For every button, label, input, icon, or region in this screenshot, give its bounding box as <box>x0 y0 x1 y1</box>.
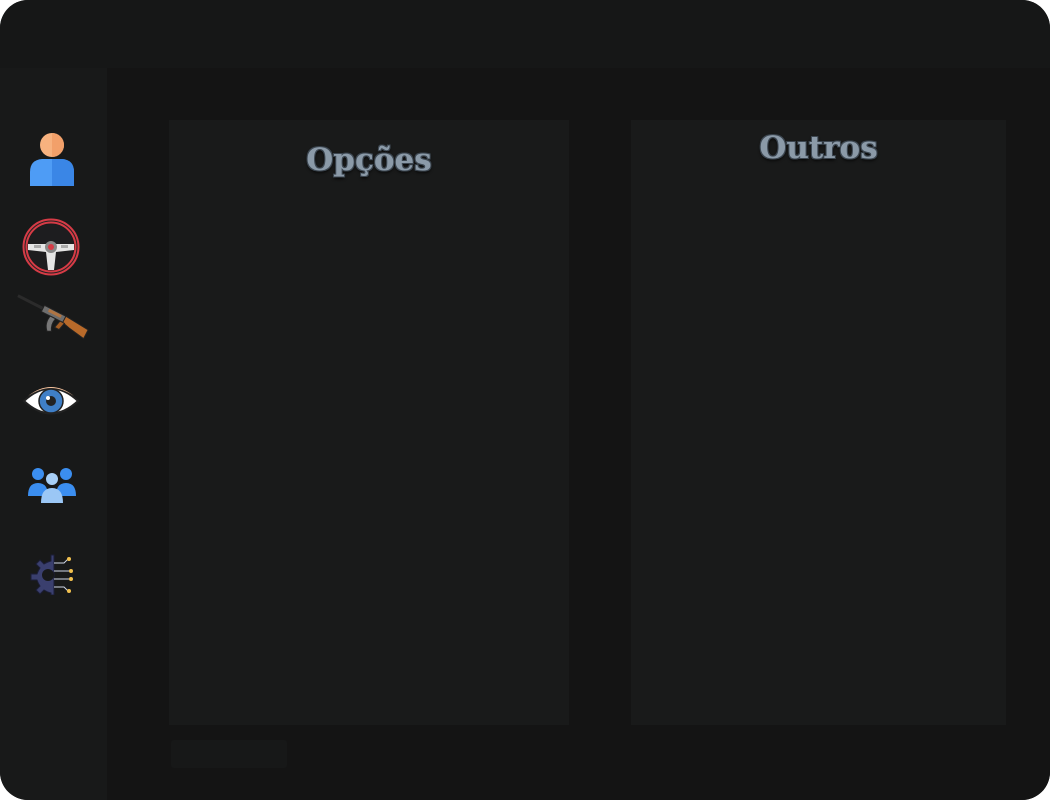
app-window: Opções Outros <box>0 0 1050 800</box>
rifle-icon[interactable] <box>12 290 92 344</box>
others-panel: Outros <box>631 120 1006 725</box>
options-panel: Opções <box>169 120 569 725</box>
options-panel-title: Opções <box>306 142 432 178</box>
steering-wheel-icon[interactable] <box>22 218 80 276</box>
gear-circuit-icon[interactable] <box>30 553 76 595</box>
footer-placeholder <box>171 740 287 768</box>
title-bar <box>0 0 1050 68</box>
eye-icon[interactable] <box>22 380 80 422</box>
user-icon[interactable] <box>28 132 76 188</box>
group-icon[interactable] <box>28 466 76 504</box>
others-panel-title: Outros <box>759 130 878 166</box>
